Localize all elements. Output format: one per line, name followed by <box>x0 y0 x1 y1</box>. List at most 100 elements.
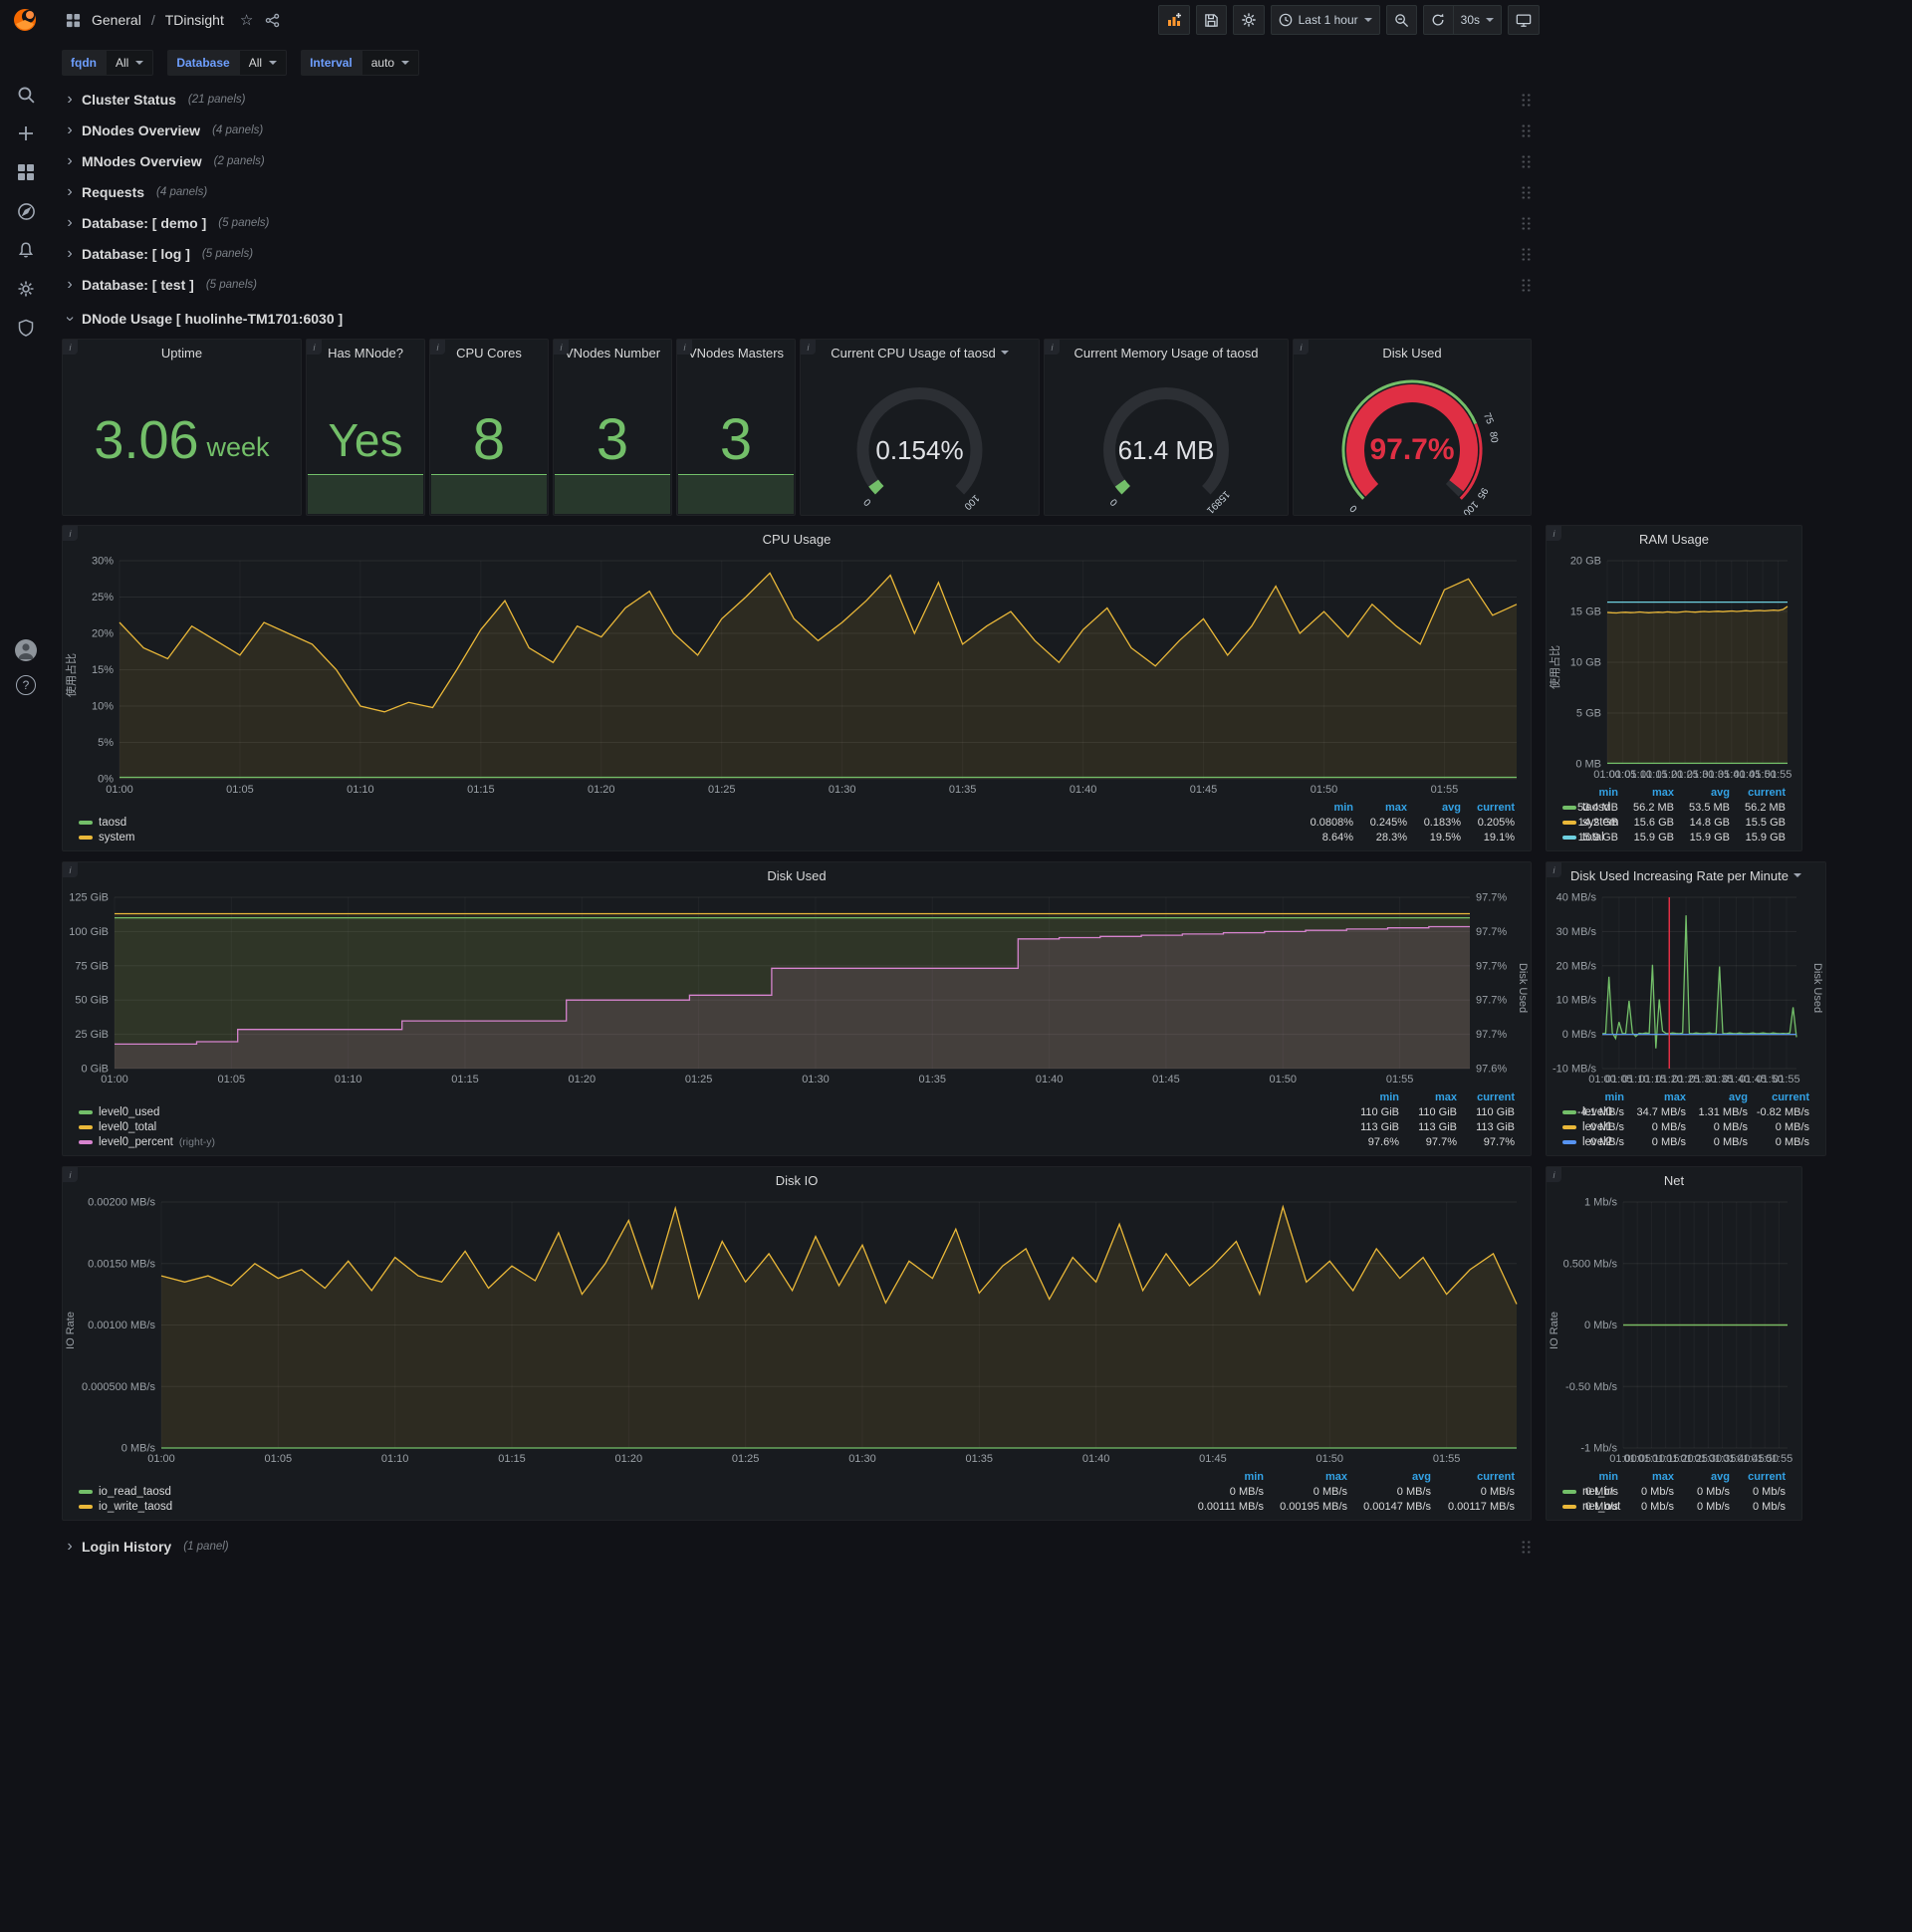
drag-handle-icon[interactable] <box>1521 1539 1532 1555</box>
dashboards-icon[interactable] <box>15 161 37 183</box>
grafana-logo-icon[interactable] <box>10 5 40 35</box>
refresh-interval-button[interactable]: 30s <box>1452 5 1502 35</box>
legend-col-max[interactable]: max <box>1618 1471 1674 1483</box>
dashboards-icon[interactable] <box>62 9 84 31</box>
disk-io-plot[interactable]: 0.00200 MB/s 0.00150 MB/s 0.00100 MB/s 0.00… <box>78 1193 1531 1467</box>
legend-col-max[interactable]: max <box>1264 1471 1347 1483</box>
panel-info-icon[interactable]: i <box>554 340 569 355</box>
ram-usage-plot[interactable]: 20 GB15 GB10 GB5 GB0 MB01:0001:0501:1001… <box>1561 552 1801 783</box>
drag-handle-icon[interactable] <box>1521 277 1532 293</box>
panel-title[interactable]: Uptime <box>161 346 202 361</box>
save-dashboard-button[interactable] <box>1195 5 1227 35</box>
dashboard-row-dnode-usage[interactable]: › DNode Usage [ huolinhe-TM1701:6030 ] <box>62 306 1532 332</box>
drag-handle-icon[interactable] <box>1521 92 1532 108</box>
legend-series-io-write-taosd[interactable]: io_write_taosd <box>79 1501 1180 1513</box>
dashboard-row-dnodes-overview[interactable]: › DNodes Overview (4 panels) <box>62 118 1532 143</box>
variable-value-dropdown[interactable]: All <box>238 50 288 76</box>
legend-series-level0-percent[interactable]: level0_percent (right-y) <box>79 1136 1341 1148</box>
legend-col-avg[interactable]: avg <box>1347 1471 1431 1483</box>
variable-label[interactable]: Interval <box>301 50 361 76</box>
dashboard-row-database-demo[interactable]: › Database: [ demo ] (5 panels) <box>62 210 1532 236</box>
legend-col-max[interactable]: max <box>1399 1091 1457 1103</box>
zoom-out-button[interactable] <box>1385 5 1417 35</box>
panel-title[interactable]: CPU Usage <box>763 532 832 547</box>
panel-info-icon[interactable]: i <box>63 526 78 541</box>
share-icon[interactable] <box>261 9 283 31</box>
breadcrumb-folder[interactable]: General <box>92 12 141 28</box>
configuration-gear-icon[interactable] <box>15 278 37 300</box>
legend-col-current[interactable]: current <box>1457 1091 1515 1103</box>
legend-col-min[interactable]: min <box>1562 1471 1618 1483</box>
user-avatar[interactable] <box>15 639 37 661</box>
legend-col-current[interactable]: current <box>1748 1091 1809 1103</box>
panel-title[interactable]: Has MNode? <box>328 346 403 361</box>
panel-title[interactable]: CPU Cores <box>456 346 522 361</box>
panel-title[interactable]: Disk Used <box>767 868 826 883</box>
panel-title[interactable]: VNodes Masters <box>688 346 784 361</box>
panel-title[interactable]: Net <box>1664 1173 1684 1188</box>
star-icon[interactable]: ☆ <box>240 11 253 29</box>
variable-label[interactable]: fqdn <box>62 50 106 76</box>
panel-title[interactable]: Disk IO <box>776 1173 819 1188</box>
legend-col-min[interactable]: min <box>1180 1471 1264 1483</box>
dashboard-row-requests[interactable]: › Requests (4 panels) <box>62 179 1532 205</box>
panel-info-icon[interactable]: i <box>63 1167 78 1182</box>
disk-rate-plot[interactable]: 40 MB/s30 MB/s20 MB/s10 MB/s0 MB/s-10 MB… <box>1547 888 1810 1087</box>
panel-info-icon[interactable]: i <box>63 340 78 355</box>
dashboard-row-login-history[interactable]: › Login History (1 panel) <box>62 1534 1532 1560</box>
panel-title[interactable]: Disk Used <box>1382 346 1441 361</box>
search-icon[interactable] <box>15 84 37 106</box>
panel-info-icon[interactable]: i <box>1294 340 1309 355</box>
disk-used-plot[interactable]: 125 GiB100 GiB75 GiB50 GiB25 GiB0 GiB97.… <box>63 888 1516 1087</box>
net-plot[interactable]: 1 Mb/s0.500 Mb/s0 Mb/s-0.50 Mb/s-1 Mb/s0… <box>1561 1193 1801 1467</box>
drag-handle-icon[interactable] <box>1521 122 1532 138</box>
panel-title[interactable]: VNodes Number <box>565 346 660 361</box>
explore-compass-icon[interactable] <box>15 200 37 222</box>
dashboard-row-database-test[interactable]: › Database: [ test ] (5 panels) <box>62 272 1532 298</box>
cpu-usage-plot[interactable]: 30%25%20%15%10%5%0%01:00 01:05 01:10 01:15 0… <box>78 552 1531 798</box>
panel-info-icon[interactable]: i <box>1547 1167 1561 1182</box>
legend-col-max[interactable]: max <box>1353 802 1407 814</box>
legend-col-avg[interactable]: avg <box>1674 1471 1730 1483</box>
legend-col-current[interactable]: current <box>1730 1471 1786 1483</box>
alerting-bell-icon[interactable] <box>15 239 37 261</box>
cycle-view-mode-button[interactable] <box>1508 5 1540 35</box>
variable-label[interactable]: Database <box>167 50 239 76</box>
legend-col-avg[interactable]: avg <box>1407 802 1461 814</box>
time-range-button[interactable]: Last 1 hour <box>1270 5 1380 35</box>
refresh-button[interactable] <box>1422 5 1453 35</box>
dashboard-settings-button[interactable] <box>1232 5 1265 35</box>
drag-handle-icon[interactable] <box>1521 184 1532 200</box>
panel-info-icon[interactable]: i <box>1547 862 1561 877</box>
panel-title[interactable]: RAM Usage <box>1639 532 1709 547</box>
panel-title[interactable]: Current Memory Usage of taosd <box>1075 346 1259 361</box>
legend-series-level0-used[interactable]: level0_used <box>79 1106 1341 1118</box>
panel-info-icon[interactable]: i <box>801 340 816 355</box>
legend-col-max[interactable]: max <box>1618 787 1674 799</box>
legend-col-min[interactable]: min <box>1300 802 1353 814</box>
panel-info-icon[interactable]: i <box>430 340 445 355</box>
variable-value-dropdown[interactable]: All <box>106 50 154 76</box>
legend-col-current[interactable]: current <box>1461 802 1515 814</box>
legend-col-current[interactable]: current <box>1730 787 1786 799</box>
add-panel-button[interactable] <box>1157 5 1190 35</box>
panel-info-icon[interactable]: i <box>677 340 692 355</box>
drag-handle-icon[interactable] <box>1521 246 1532 262</box>
legend-series-system[interactable]: system <box>79 832 1300 844</box>
dashboard-row-database-log[interactable]: › Database: [ log ] (5 panels) <box>62 241 1532 267</box>
legend-series-level0-total[interactable]: level0_total <box>79 1121 1341 1133</box>
server-admin-shield-icon[interactable] <box>15 317 37 339</box>
drag-handle-icon[interactable] <box>1521 215 1532 231</box>
legend-col-max[interactable]: max <box>1624 1091 1686 1103</box>
panel-info-icon[interactable]: i <box>1547 526 1561 541</box>
panel-title[interactable]: Current CPU Usage of taosd <box>831 346 995 361</box>
variable-value-dropdown[interactable]: auto <box>360 50 420 76</box>
help-icon[interactable]: ? <box>16 675 36 695</box>
legend-col-min[interactable]: min <box>1562 1091 1624 1103</box>
legend-col-avg[interactable]: avg <box>1674 787 1730 799</box>
legend-series-io-read-taosd[interactable]: io_read_taosd <box>79 1486 1180 1498</box>
legend-col-avg[interactable]: avg <box>1686 1091 1748 1103</box>
breadcrumb-title[interactable]: TDinsight <box>165 12 224 28</box>
create-plus-icon[interactable] <box>15 122 37 144</box>
drag-handle-icon[interactable] <box>1521 153 1532 169</box>
